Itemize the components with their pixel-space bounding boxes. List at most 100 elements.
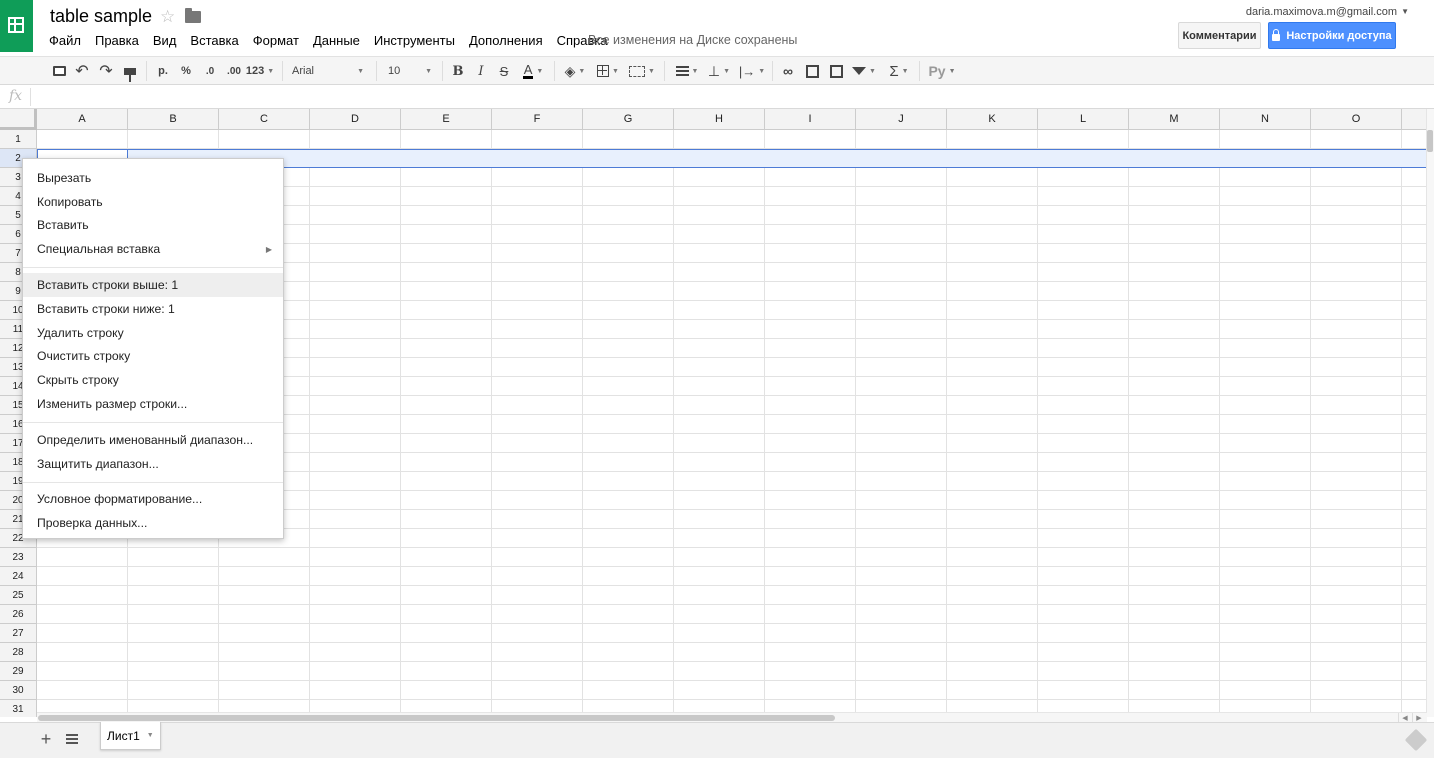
context-menu-item-label: Удалить строку: [37, 325, 124, 340]
functions-button[interactable]: Σ ▼: [885, 61, 913, 81]
font-size-select[interactable]: 10 ▼: [384, 61, 436, 81]
column-header[interactable]: B: [128, 109, 219, 130]
row-header[interactable]: 30: [0, 681, 37, 700]
column-header[interactable]: K: [947, 109, 1038, 130]
italic-button[interactable]: I: [473, 61, 489, 81]
context-menu-item-label: Вставить строки ниже: 1: [37, 301, 175, 316]
context-menu-item[interactable]: Удалить строку: [23, 321, 283, 345]
column-header[interactable]: L: [1038, 109, 1129, 130]
context-menu-item[interactable]: Определить именованный диапазон...: [23, 428, 283, 452]
context-menu-item[interactable]: Очистить строку: [23, 345, 283, 369]
row-header[interactable]: 24: [0, 567, 37, 586]
menu-format[interactable]: Формат: [246, 31, 306, 50]
row-header[interactable]: 23: [0, 548, 37, 567]
save-status[interactable]: Все изменения на Диске сохранены: [588, 33, 797, 47]
bold-button[interactable]: B: [450, 61, 466, 81]
row-header[interactable]: 27: [0, 624, 37, 643]
column-header[interactable]: F: [492, 109, 583, 130]
insert-chart-icon[interactable]: [827, 61, 845, 81]
context-menu-item[interactable]: Копировать: [23, 190, 283, 214]
column-header[interactable]: H: [674, 109, 765, 130]
context-menu-item[interactable]: Условное форматирование...: [23, 488, 283, 512]
paint-format-icon[interactable]: [122, 61, 138, 82]
text-wrapping-button[interactable]: |→ ▼: [737, 61, 767, 81]
chevron-down-icon: ▼: [758, 67, 766, 75]
insert-comment-icon[interactable]: [804, 61, 820, 81]
column-header[interactable]: I: [765, 109, 856, 130]
strikethrough-button[interactable]: S: [496, 61, 512, 81]
vertical-scrollbar-thumb[interactable]: [1427, 130, 1433, 152]
context-menu-item[interactable]: Проверка данных...: [23, 511, 283, 535]
folder-icon[interactable]: [185, 8, 201, 23]
row-header[interactable]: 26: [0, 605, 37, 624]
row-header[interactable]: 25: [0, 586, 37, 605]
row-header[interactable]: 31: [0, 700, 37, 717]
context-menu-item[interactable]: Вставить: [23, 214, 283, 238]
row-header[interactable]: 29: [0, 662, 37, 681]
context-menu-item-label: Защитить диапазон...: [37, 456, 159, 471]
menu-tools[interactable]: Инструменты: [367, 31, 462, 50]
menu-addons[interactable]: Дополнения: [462, 31, 550, 50]
print-icon[interactable]: [51, 61, 67, 81]
document-title[interactable]: table sample: [50, 6, 152, 27]
context-menu-item-label: Вставить строки выше: 1: [37, 278, 179, 293]
decrease-decimals-button[interactable]: .0: [200, 61, 220, 81]
column-header[interactable]: N: [1220, 109, 1311, 130]
undo-icon[interactable]: ↶: [73, 61, 91, 81]
currency-format-button[interactable]: р.: [155, 61, 171, 81]
context-menu-item[interactable]: Специальная вставка ▶: [23, 237, 283, 261]
percent-format-button[interactable]: %: [179, 61, 193, 81]
formula-input[interactable]: [36, 85, 1426, 109]
context-menu-item[interactable]: Вырезать: [23, 166, 283, 190]
column-header[interactable]: A: [37, 109, 128, 130]
context-menu-item[interactable]: Вставить строки выше: 1: [23, 273, 283, 297]
vertical-align-button[interactable]: ⊥ ▼: [705, 61, 733, 81]
column-header[interactable]: D: [310, 109, 401, 130]
column-header[interactable]: C: [219, 109, 310, 130]
select-all-corner[interactable]: [0, 109, 37, 130]
insert-link-icon[interactable]: ∞: [779, 61, 797, 81]
share-button[interactable]: Настройки доступа: [1268, 22, 1396, 49]
font-family-select[interactable]: Arial ▼: [288, 61, 368, 81]
account-email[interactable]: daria.maximova.m@gmail.com: [1246, 6, 1397, 18]
account-dropdown-icon[interactable]: ▼: [1401, 7, 1409, 16]
sheet-tab[interactable]: Лист1 ▼: [100, 722, 161, 750]
context-menu-item[interactable]: Вставить строки ниже: 1: [23, 297, 283, 321]
column-header[interactable]: E: [401, 109, 492, 130]
increase-decimals-button[interactable]: .00: [224, 61, 244, 81]
row-header[interactable]: 1: [0, 130, 37, 149]
redo-icon[interactable]: ↷: [97, 61, 115, 81]
menu-edit[interactable]: Правка: [88, 31, 146, 50]
menu-data[interactable]: Данные: [306, 31, 367, 50]
column-header[interactable]: M: [1129, 109, 1220, 130]
menu-insert[interactable]: Вставка: [183, 31, 245, 50]
row-header[interactable]: 28: [0, 643, 37, 662]
context-menu-item[interactable]: Защитить диапазон...: [23, 452, 283, 476]
filter-button[interactable]: ▼: [850, 61, 878, 81]
explore-icon[interactable]: [1404, 728, 1428, 752]
star-icon[interactable]: ☆: [160, 7, 175, 27]
merge-cells-button[interactable]: ▼: [626, 61, 658, 81]
column-header[interactable]: O: [1311, 109, 1402, 130]
horizontal-scrollbar[interactable]: ◀ ▶: [37, 712, 1427, 723]
context-menu-item[interactable]: Изменить размер строки...: [23, 392, 283, 416]
vertical-scrollbar[interactable]: [1426, 109, 1434, 717]
add-sheet-button[interactable]: +: [37, 729, 55, 749]
column-header-partial[interactable]: [1402, 109, 1428, 130]
menu-file[interactable]: Файл: [42, 31, 88, 50]
borders-button[interactable]: ▼: [594, 61, 622, 81]
horizontal-scrollbar-thumb[interactable]: [38, 715, 835, 721]
column-header[interactable]: G: [583, 109, 674, 130]
horizontal-align-button[interactable]: ▼: [672, 61, 702, 81]
all-sheets-icon[interactable]: [66, 734, 78, 744]
menu-view[interactable]: Вид: [146, 31, 184, 50]
fill-color-button[interactable]: ◈ ▼: [561, 61, 589, 81]
context-menu-item[interactable]: Скрыть строку: [23, 368, 283, 392]
text-color-button[interactable]: A ▼: [518, 61, 548, 81]
more-formats-dropdown[interactable]: 123 ▼: [246, 61, 274, 81]
chevron-down-icon[interactable]: ▼: [147, 732, 154, 739]
column-header[interactable]: J: [856, 109, 947, 130]
comments-button[interactable]: Комментарии: [1178, 22, 1261, 49]
sheets-logo-icon[interactable]: [0, 0, 33, 52]
input-tools-button[interactable]: Ру ▼: [925, 61, 959, 81]
